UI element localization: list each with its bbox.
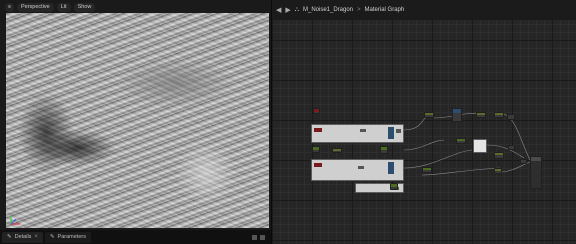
bottom-tab-bar: ✎ Details × ✎ Parameters	[0, 230, 271, 244]
param-node-d[interactable]	[422, 167, 432, 173]
lerp-node[interactable]	[507, 114, 515, 120]
preview-swatch-node[interactable]	[473, 139, 487, 153]
multiply-node-b[interactable]	[476, 112, 486, 118]
small-node-a[interactable]	[508, 145, 515, 150]
perspective-label: Perspective	[21, 4, 50, 10]
constant-node-b[interactable]	[494, 152, 504, 159]
constant-node-a[interactable]	[456, 138, 466, 144]
maximize-icon[interactable]	[260, 234, 265, 240]
show-button[interactable]: Show	[73, 3, 96, 12]
tab-details-label: Details	[14, 234, 32, 240]
material-graph-panel[interactable]: ◀ ▶ ⛬ M_Noise1_Dragon > Material Graph	[271, 0, 576, 244]
node-wires	[403, 113, 531, 176]
material-output-node[interactable]	[530, 156, 542, 189]
tab-parameters-label: Parameters	[57, 234, 86, 240]
add-node[interactable]	[494, 112, 504, 118]
perspective-button[interactable]: Perspective	[17, 3, 54, 12]
param-node-a[interactable]	[312, 146, 320, 153]
viewport-toolbar: ≡ Perspective Lit Show	[5, 3, 96, 12]
show-label: Show	[77, 4, 92, 10]
details-icon: ✎	[7, 234, 12, 240]
close-icon[interactable]: ×	[34, 234, 38, 240]
node-header	[314, 163, 322, 167]
tab-details[interactable]: ✎ Details ×	[2, 231, 43, 243]
vector-node[interactable]	[452, 108, 462, 122]
tab-bar-controls	[252, 234, 271, 240]
preview-viewport[interactable]: ≡ Perspective Lit Show	[0, 0, 271, 230]
lit-label: Lit	[60, 4, 67, 10]
material-preview-image	[6, 13, 269, 228]
param-node-b[interactable]	[332, 148, 342, 153]
noise-node-a[interactable]	[311, 124, 404, 143]
constant-node-c[interactable]	[494, 168, 502, 174]
viewport-menu-button[interactable]: ≡	[5, 3, 14, 12]
menu-icon: ≡	[7, 4, 12, 10]
node-header	[314, 128, 322, 132]
lit-button[interactable]: Lit	[56, 3, 71, 12]
param-node-e[interactable]	[390, 183, 398, 190]
texture-sample-node[interactable]	[313, 108, 320, 114]
noise-node-b[interactable]	[311, 159, 404, 181]
small-node-b[interactable]	[520, 159, 527, 164]
axis-gizmo-icon	[10, 216, 20, 225]
param-node-c[interactable]	[380, 146, 388, 154]
tab-parameters[interactable]: ✎ Parameters	[44, 231, 91, 243]
parameters-icon: ✎	[49, 234, 55, 240]
restore-icon[interactable]	[252, 234, 257, 240]
multiply-node-a[interactable]	[424, 112, 434, 118]
